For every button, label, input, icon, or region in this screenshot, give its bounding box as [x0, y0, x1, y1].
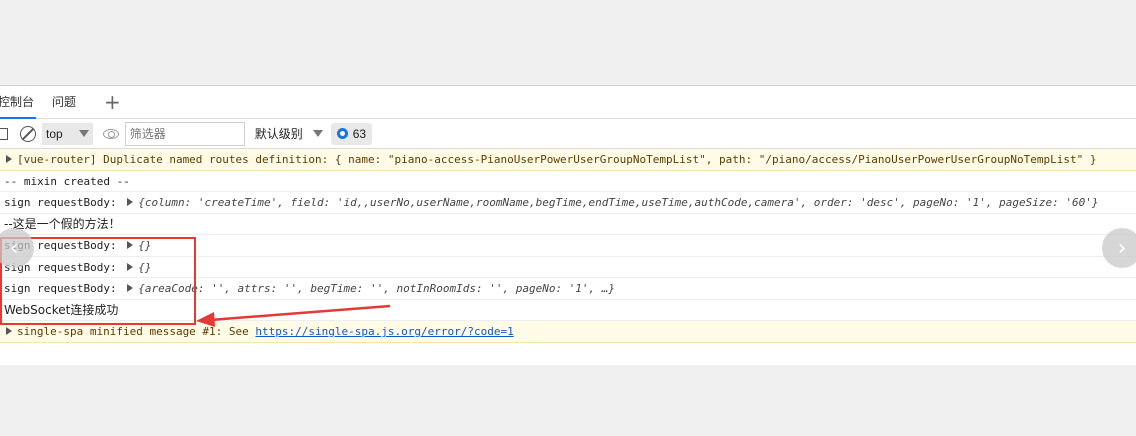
expand-triangle-icon[interactable]	[127, 198, 134, 206]
fake-method-text: --这是一个假的方法！	[4, 216, 121, 231]
next-arrow-button[interactable]: ›	[1102, 228, 1136, 268]
console-messages: [vue-router] Duplicate named routes defi…	[0, 149, 1136, 343]
expand-triangle-icon[interactable]	[6, 327, 12, 335]
expand-triangle-icon[interactable]	[6, 155, 12, 163]
chevron-down-icon	[312, 130, 323, 137]
console-row: --这是一个假的方法！	[0, 214, 1136, 235]
object-preview[interactable]: {}	[138, 261, 151, 274]
clear-console-icon[interactable]	[20, 125, 36, 142]
sidebar-toggle-icon[interactable]	[0, 127, 8, 140]
eye-icon[interactable]	[102, 128, 119, 139]
filter-input[interactable]	[124, 121, 245, 146]
object-preview[interactable]: {column: 'createTime', field: 'id,,userN…	[138, 196, 1098, 209]
spa-error-link[interactable]: https://single-spa.js.org/error/?code=1	[255, 325, 513, 338]
object-preview[interactable]: {areaCode: '', attrs: '', begTime: '', n…	[138, 282, 615, 295]
console-row: WebSocket连接成功	[0, 300, 1136, 321]
devtools-panel: 控制台 问题 + top 默认级别 63 [vue-router] Duplic…	[0, 85, 1136, 365]
add-tab-button[interactable]: +	[104, 86, 121, 119]
tab-issues[interactable]: 问题	[46, 86, 88, 119]
message-count: 63	[352, 126, 367, 141]
message-icon	[336, 128, 348, 139]
spa-message-text: single-spa minified message #1: See	[17, 325, 256, 338]
mixin-text: -- mixin created --	[4, 174, 130, 188]
console-row: sign requestBody: {}	[0, 235, 1136, 257]
log-level-label: 默认级别	[254, 127, 303, 141]
console-row: -- mixin created --	[0, 171, 1136, 192]
chevron-down-icon	[78, 130, 89, 137]
sign-label: sign requestBody:	[4, 196, 124, 209]
context-selector-value: top	[46, 126, 63, 141]
console-row[interactable]: single-spa minified message #1: See http…	[0, 321, 1136, 343]
message-count-button[interactable]: 63	[330, 122, 373, 145]
console-row: sign requestBody: {areaCode: '', attrs: …	[0, 278, 1136, 300]
expand-triangle-icon[interactable]	[127, 262, 134, 271]
console-row[interactable]: [vue-router] Duplicate named routes defi…	[0, 149, 1136, 171]
tab-console[interactable]: 控制台	[0, 86, 46, 119]
websocket-text: WebSocket连接成功	[4, 302, 119, 317]
console-row: sign requestBody: {}	[0, 257, 1136, 278]
object-preview[interactable]: {}	[138, 239, 151, 252]
expand-triangle-icon[interactable]	[127, 284, 134, 292]
expand-triangle-icon[interactable]	[127, 241, 134, 249]
log-level-selector[interactable]: 默认级别	[255, 125, 323, 142]
console-row: sign requestBody: {column: 'createTime',…	[0, 192, 1136, 214]
context-selector[interactable]: top	[42, 122, 93, 145]
console-toolbar: top 默认级别 63	[0, 119, 1136, 149]
sign-label: sign requestBody:	[4, 282, 124, 295]
router-warning-text: [vue-router] Duplicate named routes defi…	[17, 153, 1097, 166]
devtools-tabbar: 控制台 问题 +	[0, 86, 1136, 119]
